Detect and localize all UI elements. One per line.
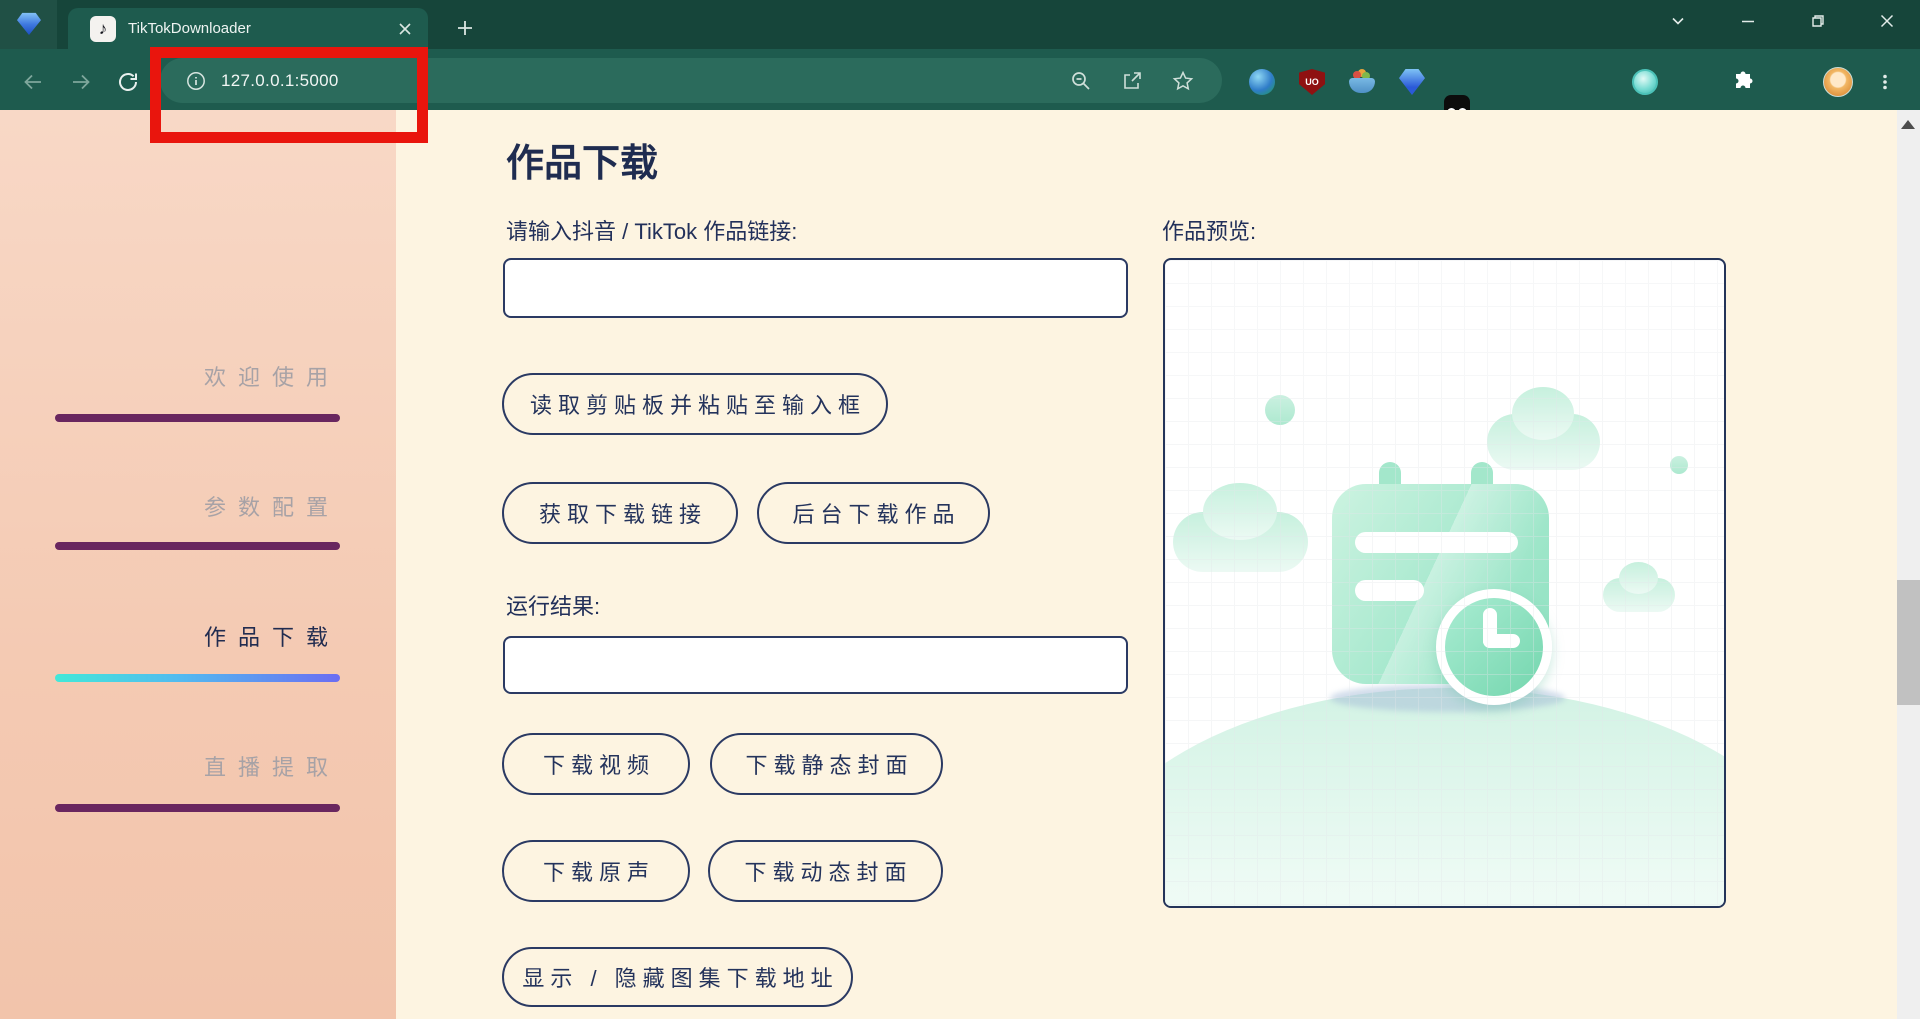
preview-label: 作品预览:	[1162, 219, 1257, 244]
illustration-dot	[1265, 395, 1295, 425]
sidebar-underline	[55, 804, 340, 812]
download-static-cover-button[interactable]: 下载静态封面	[710, 733, 943, 795]
tab-search-chevron-icon[interactable]	[1664, 7, 1692, 35]
gem-icon	[17, 12, 41, 35]
download-audio-button[interactable]: 下载原声	[502, 840, 690, 902]
sidebar-underline	[55, 542, 340, 550]
result-input[interactable]	[503, 636, 1128, 694]
preview-canvas	[1163, 258, 1726, 908]
read-clipboard-button[interactable]: 读取剪贴板并粘贴至输入框	[502, 373, 888, 435]
annotation-highlight-box	[150, 47, 428, 143]
new-tab-button[interactable]	[452, 15, 478, 41]
download-video-button[interactable]: 下载视频	[502, 733, 690, 795]
back-icon[interactable]	[19, 68, 47, 96]
browser-window: ♪ TikTokDownloader 127.0.0.1:5000 UO ✓ 欢…	[0, 0, 1920, 1019]
profile-avatar[interactable]	[1823, 67, 1853, 97]
tab-close-icon[interactable]	[394, 18, 416, 40]
link-input-label: 请输入抖音 / TikTok 作品链接:	[506, 219, 798, 244]
sidebar-item-welcome[interactable]: 欢迎使用	[36, 360, 340, 392]
share-icon[interactable]	[1120, 69, 1144, 93]
restore-button[interactable]	[1803, 7, 1831, 35]
clock-hand	[1483, 634, 1520, 648]
tab-strip: ♪ TikTokDownloader	[0, 0, 1920, 49]
calendar-line	[1355, 532, 1518, 553]
tiktok-favicon-icon: ♪	[90, 15, 116, 42]
sidebar-underline	[55, 414, 340, 422]
cloud-icon	[1173, 483, 1308, 572]
sidebar-item-live[interactable]: 直播提取	[36, 750, 340, 782]
sidebar-item-download[interactable]: 作品下载	[36, 620, 340, 652]
browser-menu-icon[interactable]	[1872, 69, 1898, 95]
close-window-button[interactable]	[1873, 7, 1901, 35]
tab-title: TikTokDownloader	[128, 20, 251, 37]
extensions-puzzle-icon[interactable]	[1730, 69, 1756, 95]
sidebar: 欢迎使用 参数配置 作品下载 直播提取	[0, 110, 396, 1019]
download-dynamic-cover-button[interactable]: 下载动态封面	[708, 840, 943, 902]
calendar-line	[1355, 580, 1424, 601]
scrollbar-up-arrow[interactable]	[1901, 120, 1915, 129]
illustration-hill	[1165, 688, 1724, 906]
window-corner	[0, 0, 57, 49]
extension-orb-icon[interactable]	[1632, 69, 1658, 95]
reload-icon[interactable]	[114, 68, 142, 96]
cloud-icon	[1603, 561, 1675, 612]
forward-icon[interactable]	[67, 68, 95, 96]
link-input[interactable]	[503, 258, 1128, 318]
cloud-icon	[1487, 387, 1600, 470]
page-scrollbar-thumb[interactable]	[1897, 580, 1920, 705]
toggle-gallery-links-button[interactable]: 显示 / 隐藏图集下载地址	[502, 947, 853, 1007]
background-download-button[interactable]: 后台下载作品	[757, 482, 990, 544]
minimize-button[interactable]	[1734, 7, 1762, 35]
clock-icon	[1436, 589, 1552, 705]
tab-tiktokdownloader[interactable]: ♪ TikTokDownloader	[68, 8, 428, 49]
sidebar-item-settings[interactable]: 参数配置	[36, 490, 340, 522]
page-title: 作品下载	[506, 143, 659, 185]
illustration-dot	[1670, 456, 1688, 474]
sidebar-underline-active	[55, 674, 340, 682]
bookmark-star-icon[interactable]	[1171, 69, 1195, 93]
zoom-out-icon[interactable]	[1069, 69, 1093, 93]
extension-fruit-basket-icon[interactable]	[1349, 69, 1375, 95]
page-scrollbar-track[interactable]	[1897, 110, 1920, 1019]
get-download-link-button[interactable]: 获取下载链接	[502, 482, 738, 544]
extension-idm-icon[interactable]	[1249, 69, 1275, 95]
result-label: 运行结果:	[506, 594, 601, 619]
